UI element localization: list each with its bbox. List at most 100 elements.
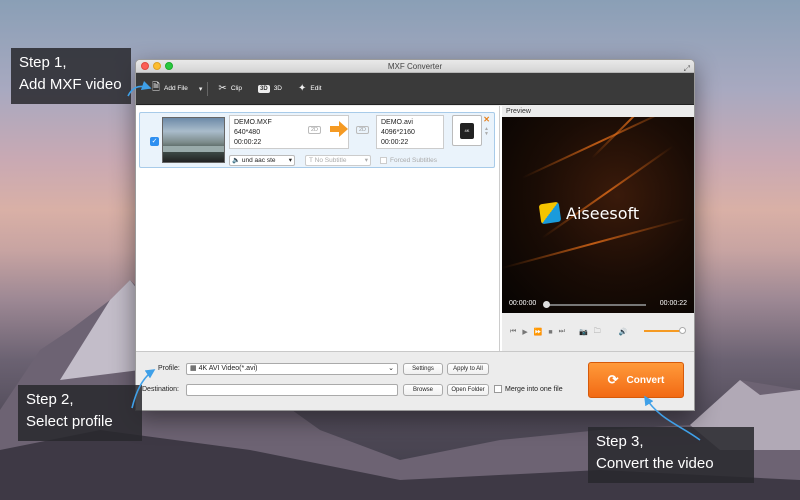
forced-subtitles-checkbox[interactable]	[380, 157, 387, 164]
apply-to-all-button[interactable]: Apply to All	[447, 363, 489, 375]
settings-button[interactable]: Settings	[403, 363, 443, 375]
file-list: ✓ DEMO.MXF 640*480 00:00:22 2D 2D DEMO.a…	[136, 106, 500, 351]
chevron-down-icon: ▾	[198, 85, 203, 93]
logo-text: Aiseesoft	[566, 203, 640, 223]
source-duration: 00:00:22	[234, 139, 262, 146]
add-file-dropdown[interactable]: ▾	[196, 73, 206, 105]
main-content: ✓ DEMO.MXF 640*480 00:00:22 2D 2D DEMO.a…	[136, 106, 694, 351]
camera-icon[interactable]: 📷	[579, 328, 588, 336]
output-format-button[interactable]: 4K	[452, 115, 482, 146]
arrow-right-icon	[330, 121, 348, 137]
subtitle-value: No Subtitle	[314, 157, 347, 164]
volume-slider[interactable]	[644, 330, 684, 332]
step2-title: Step 2,	[26, 391, 74, 408]
folder-icon[interactable]: 🗀	[594, 327, 601, 338]
three-d-icon: 3D	[258, 84, 270, 93]
subtitle-select[interactable]: T No Subtitle ▾	[305, 155, 371, 166]
output-duration: 00:00:22	[381, 139, 409, 146]
profile-value: 4K AVI Video(*.avi)	[198, 365, 258, 372]
toolbar: 🗎 Add File ▾ ✂ Clip 3D 3D ✦ Edit	[136, 73, 694, 105]
source-2d-tag: 2D	[308, 126, 322, 134]
profile-label: Profile:	[158, 365, 180, 372]
seek-bar[interactable]	[546, 304, 646, 306]
toolbar-divider	[207, 81, 209, 96]
forward-icon[interactable]: ⏩	[534, 328, 543, 336]
window-title: MXF Converter	[387, 62, 443, 71]
volume-icon: 🔈	[232, 157, 241, 164]
open-folder-button[interactable]: Open Folder	[447, 384, 489, 396]
clip-button[interactable]: ✂ Clip	[210, 73, 250, 105]
convert-button[interactable]: ⟳ Convert	[588, 362, 684, 398]
playback-timeline: 00:00:00 00:00:22	[502, 297, 694, 313]
destination-label: Destination:	[142, 386, 179, 393]
browse-button[interactable]: Browse	[403, 384, 443, 396]
merge-label: Merge into one file	[505, 385, 563, 393]
chevron-down-icon: ▾	[364, 157, 368, 164]
convert-label: Convert	[626, 374, 665, 386]
add-file-button[interactable]: 🗎 Add File	[144, 73, 196, 105]
forced-subtitles-label: Forced Subtitles	[390, 157, 437, 164]
seek-handle[interactable]	[543, 301, 550, 308]
film-format-icon: 4K	[460, 122, 474, 139]
play-icon[interactable]: ▶	[522, 328, 527, 336]
next-icon[interactable]: ⏭	[559, 328, 565, 336]
stop-icon[interactable]: ■	[548, 329, 552, 336]
subtitle-icon: T	[309, 157, 313, 164]
volume-icon[interactable]: 🔊	[619, 328, 628, 336]
forced-subtitles-option[interactable]: Forced Subtitles	[380, 155, 437, 166]
file-list-item[interactable]: ✓ DEMO.MXF 640*480 00:00:22 2D 2D DEMO.a…	[139, 112, 495, 168]
merge-checkbox[interactable]	[494, 385, 502, 393]
three-d-button[interactable]: 3D 3D	[250, 73, 290, 105]
aiseesoft-logo-icon	[538, 201, 562, 225]
aiseesoft-logo: Aiseesoft	[538, 201, 640, 225]
output-settings-bar: Profile: ▦ 4K AVI Video(*.avi) ⌄ Setting…	[136, 351, 694, 410]
playback-controls: ⏮ ▶ ⏩ ■ ⏭ 📷 🗀 🔊	[502, 313, 694, 351]
scissors-icon: ✂	[218, 83, 227, 94]
dest-2d-tag: 2D	[356, 126, 370, 134]
output-info: DEMO.avi 4096*2160 00:00:22	[376, 115, 444, 149]
previous-icon[interactable]: ⏮	[510, 328, 516, 336]
convert-refresh-icon: ⟳	[607, 372, 619, 387]
step1-text: Add MXF video	[19, 76, 122, 93]
step1-callout: Step 1, Add MXF video	[11, 48, 131, 104]
chevron-down-icon: ⌄	[388, 365, 394, 372]
remove-item-icon[interactable]: ✕	[483, 115, 490, 124]
clip-label: Clip	[230, 85, 243, 92]
audio-track-select[interactable]: 🔈 und aac ste ▾	[229, 155, 295, 166]
app-window: MXF Converter ⤢ 🗎 Add File ▾ ✂ Clip 3D 3…	[135, 59, 695, 411]
profile-select[interactable]: ▦ 4K AVI Video(*.avi) ⌄	[186, 363, 398, 375]
preview-video[interactable]: Aiseesoft 00:00:00 00:00:22	[502, 117, 694, 313]
minimize-window-button[interactable]	[153, 62, 161, 70]
file-checkbox[interactable]: ✓	[150, 137, 159, 146]
step1-title: Step 1,	[19, 54, 67, 71]
fullscreen-icon[interactable]: ⤢	[684, 62, 690, 75]
current-time: 00:00:00	[509, 300, 537, 307]
zoom-window-button[interactable]	[165, 62, 173, 70]
preview-panel: Preview Aiseesoft 00:00:00 00:00:22 ⏮ ▶ …	[502, 106, 694, 351]
add-file-label: Add File	[164, 85, 188, 92]
step3-callout: Step 3, Convert the video	[588, 427, 754, 483]
destination-input[interactable]	[186, 384, 398, 396]
step2-text: Select profile	[26, 413, 113, 430]
volume-handle[interactable]	[679, 327, 686, 334]
chevron-down-icon: ▾	[288, 157, 292, 164]
add-file-icon: 🗎	[152, 82, 161, 93]
edit-label: Edit	[310, 85, 322, 92]
window-controls	[141, 62, 173, 70]
close-window-button[interactable]	[141, 62, 149, 70]
total-time: 00:00:22	[659, 300, 687, 307]
step3-text: Convert the video	[596, 455, 714, 472]
video-thumbnail[interactable]	[162, 117, 225, 163]
edit-wand-icon: ✦	[298, 83, 307, 94]
edit-button[interactable]: ✦ Edit	[290, 73, 330, 105]
output-resolution: 4096*2160	[381, 129, 415, 136]
step2-callout: Step 2, Select profile	[18, 385, 142, 441]
film-icon: ▦	[190, 365, 197, 372]
preview-title: Preview	[506, 108, 531, 115]
title-bar: MXF Converter ⤢	[136, 60, 694, 73]
three-d-label: 3D	[273, 85, 282, 92]
output-filename: DEMO.avi	[381, 119, 413, 126]
audio-track-value: und aac ste	[241, 157, 276, 164]
merge-option[interactable]: Merge into one file	[494, 385, 563, 393]
reorder-icon[interactable]: ▲ ▼	[484, 127, 489, 137]
